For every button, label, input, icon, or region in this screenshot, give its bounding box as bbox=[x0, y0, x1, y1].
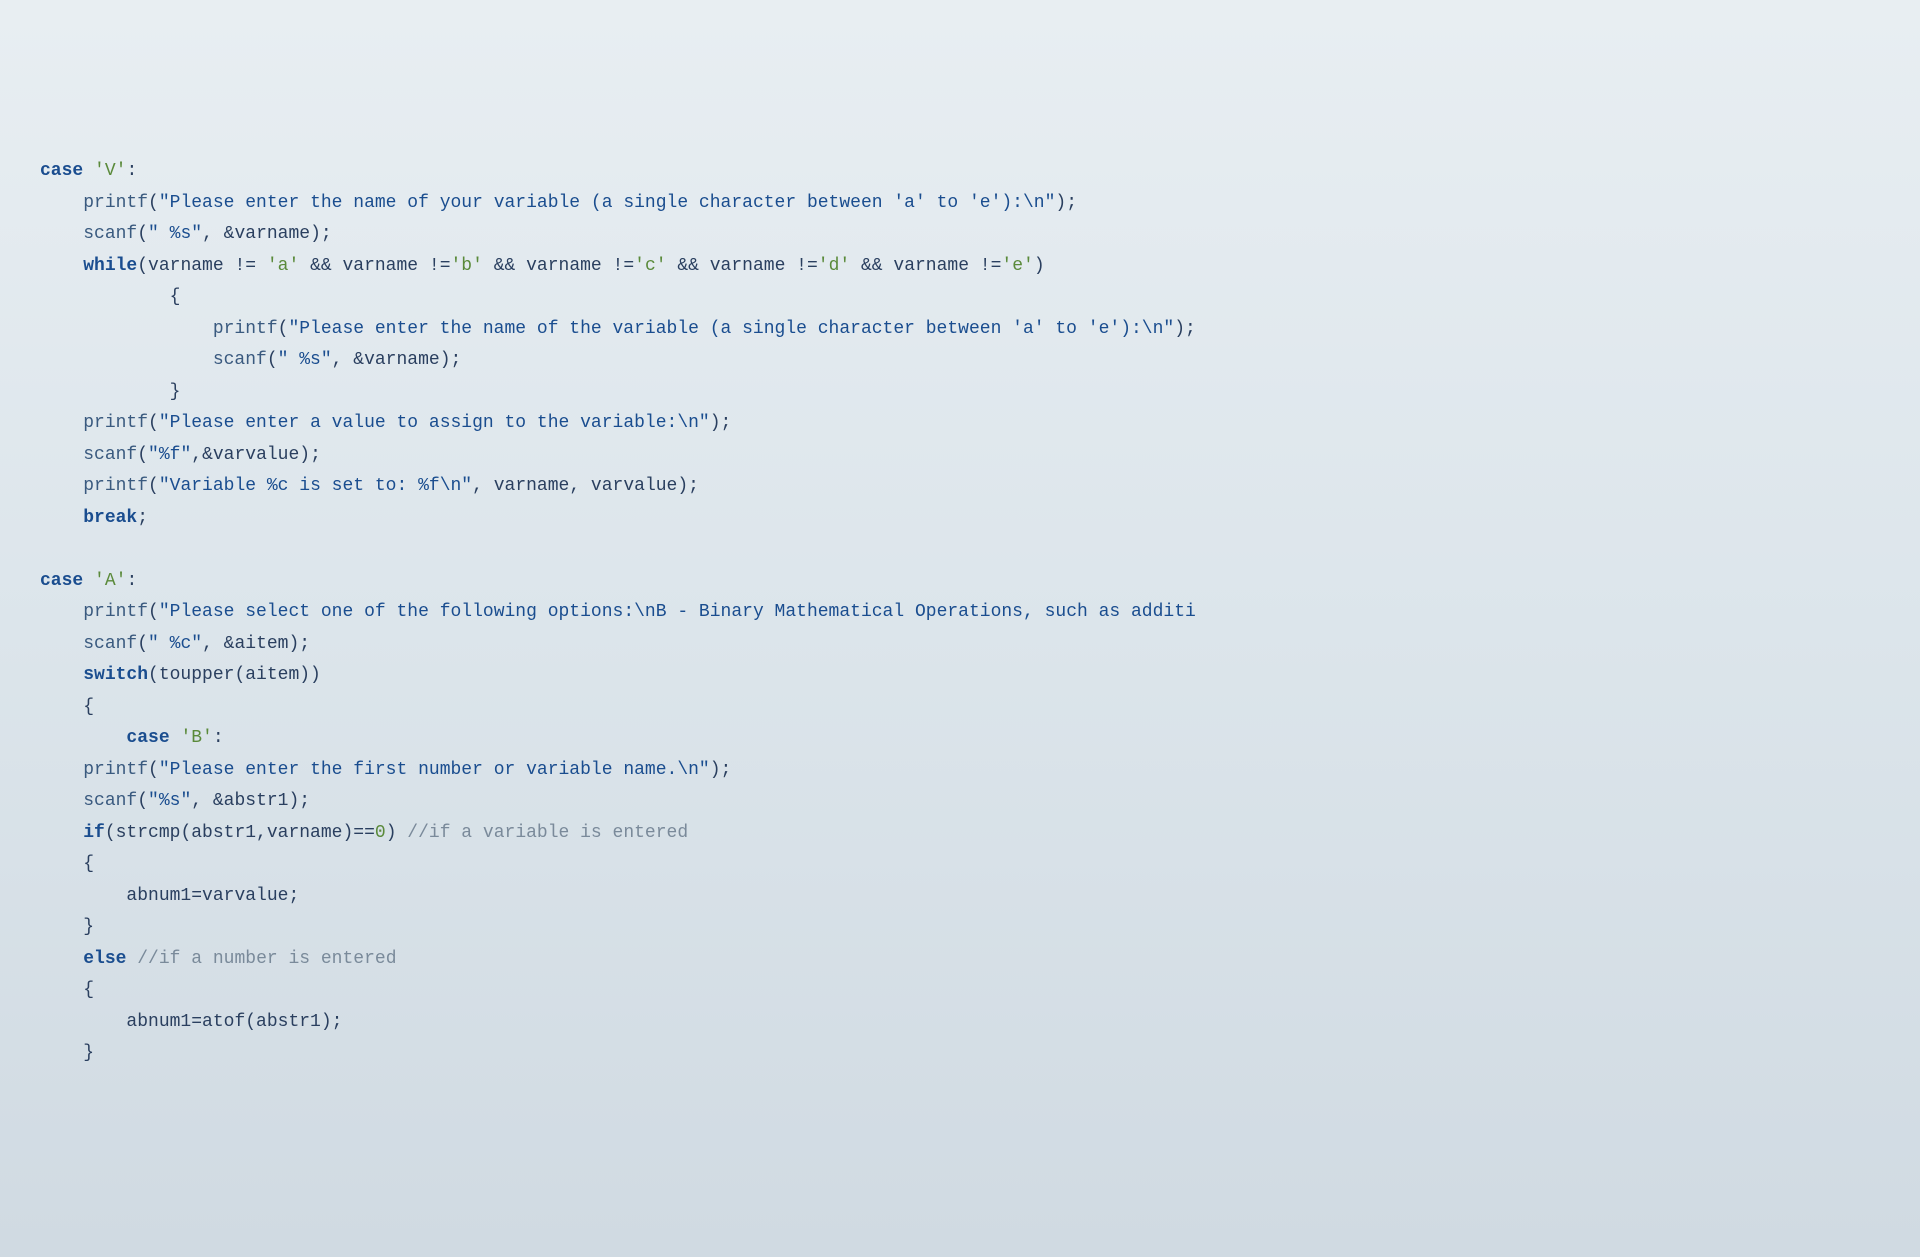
stmt-rest: ,&varvalue); bbox=[191, 445, 321, 465]
paren: ( bbox=[148, 193, 159, 213]
stmt-rest: , &abstr1); bbox=[191, 791, 310, 811]
fn-printf: printf bbox=[83, 193, 148, 213]
string-literal: "%f" bbox=[148, 445, 191, 465]
stmt-end: ); bbox=[710, 413, 732, 433]
keyword-switch: switch bbox=[83, 665, 148, 685]
paren: ( bbox=[137, 634, 148, 654]
string-literal: "Please enter a value to assign to the v… bbox=[159, 413, 710, 433]
brace-open: { bbox=[170, 287, 181, 307]
fn-printf: printf bbox=[83, 476, 148, 496]
comment: //if a number is entered bbox=[137, 949, 396, 969]
cond-part: (varname != bbox=[137, 256, 267, 276]
char-literal: 'd' bbox=[818, 256, 850, 276]
stmt-end: ); bbox=[1055, 193, 1077, 213]
brace-close: } bbox=[83, 917, 94, 937]
char-literal: 'c' bbox=[634, 256, 666, 276]
cond-part: && varname != bbox=[299, 256, 450, 276]
code-editor[interactable]: case 'V': printf("Please enter the name … bbox=[40, 156, 1880, 1070]
brace-open: { bbox=[83, 980, 94, 1000]
fn-scanf: scanf bbox=[213, 350, 267, 370]
char-literal: 'B' bbox=[180, 728, 212, 748]
stmt-rest: , &varname); bbox=[332, 350, 462, 370]
fn-scanf: scanf bbox=[83, 791, 137, 811]
string-literal: "Variable %c is set to: %f\n" bbox=[159, 476, 472, 496]
string-literal: "Please select one of the following opti… bbox=[159, 602, 1196, 622]
cond-end: ) bbox=[386, 823, 408, 843]
char-literal: 'b' bbox=[451, 256, 483, 276]
cond-end: ) bbox=[1034, 256, 1045, 276]
string-literal: "Please enter the name of the variable (… bbox=[288, 319, 1174, 339]
brace-close: } bbox=[170, 382, 181, 402]
char-literal: 'V' bbox=[94, 161, 126, 181]
number-literal: 0 bbox=[375, 823, 386, 843]
string-literal: "Please enter the first number or variab… bbox=[159, 760, 710, 780]
comment: //if a variable is entered bbox=[407, 823, 688, 843]
colon: : bbox=[126, 571, 137, 591]
cond-part: && varname != bbox=[667, 256, 818, 276]
char-literal: 'e' bbox=[1001, 256, 1033, 276]
space bbox=[126, 949, 137, 969]
keyword-else: else bbox=[83, 949, 126, 969]
statement: abnum1=varvalue; bbox=[126, 886, 299, 906]
fn-printf: printf bbox=[83, 602, 148, 622]
keyword-break: break bbox=[83, 508, 137, 528]
paren: ( bbox=[267, 350, 278, 370]
string-literal: "%s" bbox=[148, 791, 191, 811]
paren: ( bbox=[137, 224, 148, 244]
fn-printf: printf bbox=[83, 413, 148, 433]
colon: : bbox=[213, 728, 224, 748]
switch-expr: (toupper(aitem)) bbox=[148, 665, 321, 685]
char-literal: 'A' bbox=[94, 571, 126, 591]
brace-close: } bbox=[83, 1043, 94, 1063]
keyword-case: case bbox=[40, 161, 83, 181]
keyword-case: case bbox=[126, 728, 169, 748]
string-literal: " %s" bbox=[278, 350, 332, 370]
cond-part: (strcmp(abstr1,varname)== bbox=[105, 823, 375, 843]
fn-printf: printf bbox=[83, 760, 148, 780]
string-literal: "Please enter the name of your variable … bbox=[159, 193, 1056, 213]
stmt-end: ); bbox=[710, 760, 732, 780]
fn-scanf: scanf bbox=[83, 634, 137, 654]
keyword-if: if bbox=[83, 823, 105, 843]
statement: abnum1=atof(abstr1); bbox=[126, 1012, 342, 1032]
paren: ( bbox=[148, 413, 159, 433]
stmt-rest: , varname, varvalue); bbox=[472, 476, 699, 496]
brace-open: { bbox=[83, 697, 94, 717]
paren: ( bbox=[148, 602, 159, 622]
stmt-rest: , &aitem); bbox=[202, 634, 310, 654]
fn-printf: printf bbox=[213, 319, 278, 339]
colon: : bbox=[126, 161, 137, 181]
cond-part: && varname != bbox=[850, 256, 1001, 276]
string-literal: " %c" bbox=[148, 634, 202, 654]
stmt-end: ); bbox=[1174, 319, 1196, 339]
paren: ( bbox=[148, 760, 159, 780]
fn-scanf: scanf bbox=[83, 224, 137, 244]
stmt-end: ; bbox=[137, 508, 148, 528]
stmt-rest: , &varname); bbox=[202, 224, 332, 244]
cond-part: && varname != bbox=[483, 256, 634, 276]
paren: ( bbox=[137, 791, 148, 811]
char-literal: 'a' bbox=[267, 256, 299, 276]
keyword-case: case bbox=[40, 571, 83, 591]
paren: ( bbox=[137, 445, 148, 465]
string-literal: " %s" bbox=[148, 224, 202, 244]
paren: ( bbox=[148, 476, 159, 496]
paren: ( bbox=[278, 319, 289, 339]
fn-scanf: scanf bbox=[83, 445, 137, 465]
keyword-while: while bbox=[83, 256, 137, 276]
brace-open: { bbox=[83, 854, 94, 874]
